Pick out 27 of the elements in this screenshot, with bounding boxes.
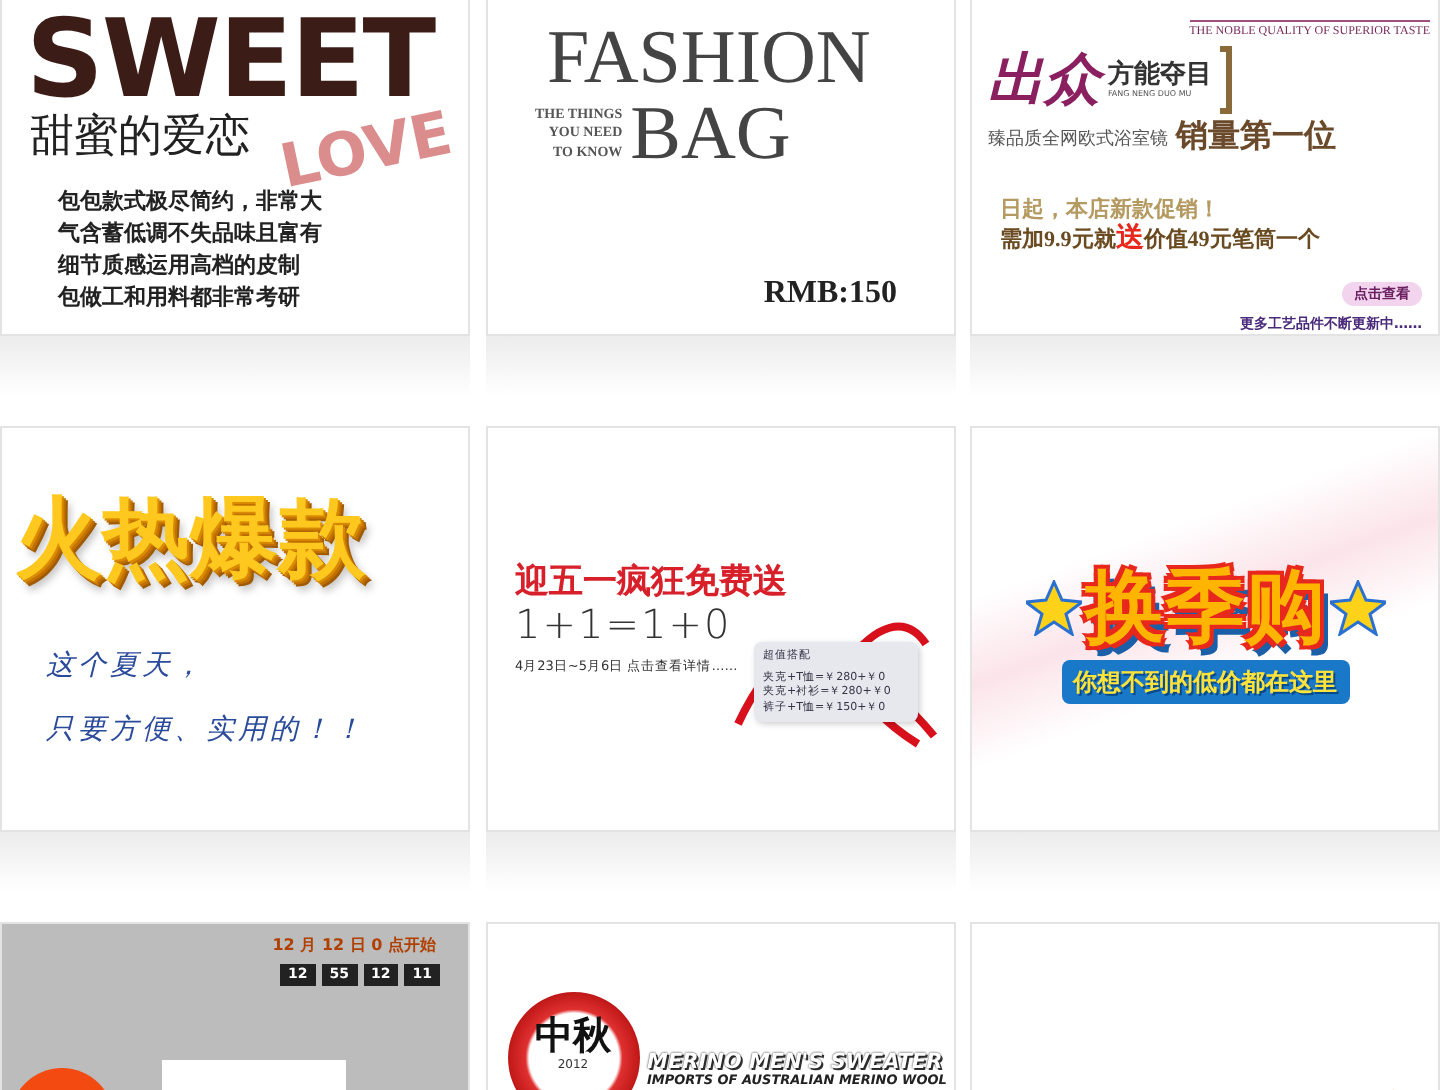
description-line: 包做工和用料都非常考研: [58, 282, 300, 314]
highlight-text: 销量第一位: [1176, 122, 1336, 154]
banner-title: SWEET: [26, 6, 435, 114]
emblem-text: 中秋: [535, 1018, 611, 1056]
promo-text: 需加9.9元就送价值49元笔筒一个: [1000, 224, 1320, 258]
banner-title: MERINO MEN'S SWEATER: [647, 1052, 945, 1073]
banner-title: BAG: [630, 96, 791, 172]
star-icon: [1329, 580, 1385, 636]
date-text: 12 月 12 日 0 点开始: [272, 934, 436, 958]
star-icon: [1025, 580, 1081, 636]
banner-title: FASHION: [547, 20, 871, 96]
slogan-line: 这个夏天，: [46, 652, 206, 680]
banner-title: 换季购: [1085, 568, 1325, 648]
banner-title: 火热爆款: [14, 496, 366, 584]
slogan-line: 只要方便、实用的！！: [46, 716, 366, 744]
formula-text: 1+1=1+0: [515, 601, 732, 646]
headline-text: 臻品质全网欧式浴室镜: [988, 127, 1168, 153]
price-text: RMB:150: [763, 278, 897, 310]
description-line: 气含蓄低调不失品味且富有: [58, 218, 322, 251]
banner-title: 迎五一疯狂免费送: [515, 564, 787, 602]
slogan-text: 方能夺目: [1108, 61, 1212, 87]
promo-text: 日起，本店新款促销！: [1000, 198, 1220, 223]
bracket-icon: [1220, 46, 1232, 114]
banner-subtitle: 你想不到的低价都在这里: [1061, 660, 1349, 704]
banner-subtitle: 甜蜜的爱恋: [30, 114, 250, 163]
description-line: 包包款式极尽简约，非常大: [58, 187, 322, 219]
description-line: 细节质感运用高档的皮制: [58, 250, 300, 282]
